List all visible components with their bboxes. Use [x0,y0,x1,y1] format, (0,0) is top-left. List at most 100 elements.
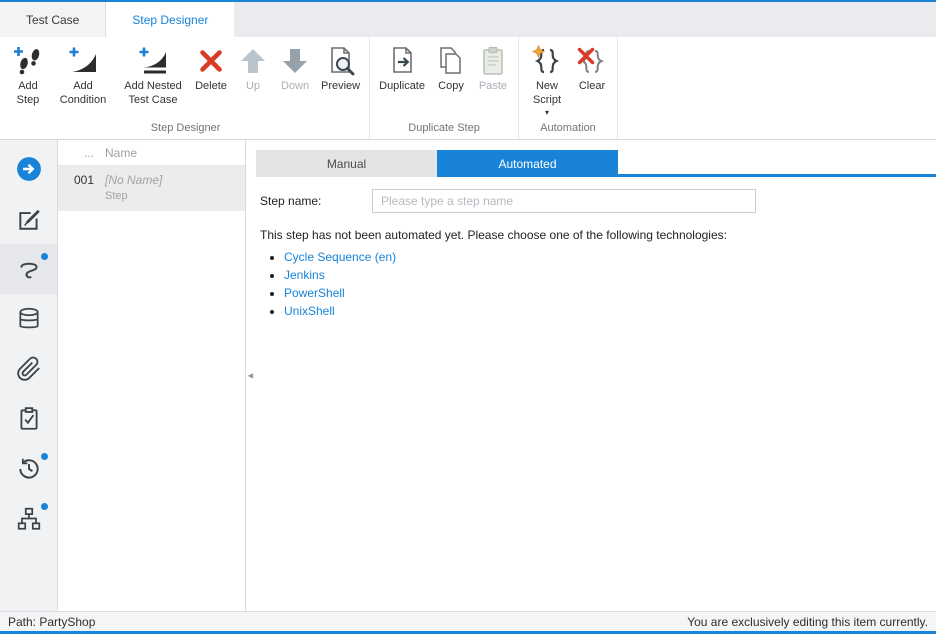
step-type-text: Step [105,190,245,202]
main-area: ... Name 001 [No Name] Step ◄ Manual Aut… [0,140,936,611]
technology-link-jenkins[interactable]: Jenkins [284,268,325,282]
preview-icon [325,45,357,77]
status-bar: Path: PartyShop You are exclusively edit… [0,611,936,631]
sidebar-item-edit[interactable] [0,194,57,244]
step-name-form-row: Step name: [260,189,936,213]
up-arrow-icon [237,45,269,77]
ribbon-tabstrip: Test Case Step Designer [0,2,936,37]
preview-button[interactable]: Preview [316,44,365,95]
technology-list-item: Jenkins [284,268,936,282]
ribbon-button-label: Copy [438,80,464,94]
collapse-panel-icon[interactable]: ◄ [246,371,255,380]
add-condition-button[interactable]: Add Condition [50,44,116,109]
delete-icon [195,45,227,77]
ribbon-button-label: Paste [479,80,507,94]
lasso-icon [16,256,42,282]
technology-link-powershell[interactable]: PowerShell [284,286,345,300]
ribbon-group-step-designer: Add Step Add Condition [2,37,370,139]
notification-badge [41,503,48,510]
history-icon [16,456,42,482]
paste-icon [477,45,509,77]
automation-message: This step has not been automated yet. Pl… [260,228,936,242]
hierarchy-icon [16,506,42,532]
tab-manual[interactable]: Manual [256,150,437,177]
paste-button: Paste [472,44,514,95]
ribbon-group-duplicate-step: Duplicate Copy [370,37,519,139]
delete-button[interactable]: Delete [190,44,232,95]
chevron-down-icon[interactable]: ▾ [545,109,549,117]
ribbon-button-label: Clear [579,80,605,94]
arrow-circle-icon [16,156,42,182]
technology-list-item: Cycle Sequence (en) [284,250,936,264]
clear-script-icon [576,45,608,77]
copy-icon [435,45,467,77]
clipboard-check-icon [16,406,42,432]
ribbon-button-label: New Script [528,80,566,108]
column-menu-button[interactable]: ... [58,146,98,160]
sidebar-item-history[interactable] [0,444,57,494]
copy-button[interactable]: Copy [430,44,472,95]
up-button: Up [232,44,274,95]
detail-tabs: Manual Automated [256,150,936,177]
technology-list-item: PowerShell [284,286,936,300]
sidebar-item-steps[interactable] [0,244,57,294]
technology-list-item: UnixShell [284,304,936,318]
add-nested-test-case-icon [137,45,169,77]
app-window: Test Case Step Designer [0,0,936,634]
add-nested-test-case-button[interactable]: Add Nested Test Case [116,44,190,109]
status-editing-message: You are exclusively editing this item cu… [687,615,928,629]
ribbon-button-label: Add Nested Test Case [121,80,185,108]
add-step-button[interactable]: Add Step [6,44,50,109]
step-number: 001 [58,173,98,202]
ribbon-group-automation: New Script ▾ Clear Automation [519,37,618,139]
tab-underline [618,150,936,177]
sidebar-item-overview[interactable] [0,144,57,194]
down-button: Down [274,44,316,95]
technology-link-unixshell[interactable]: UnixShell [284,304,335,318]
step-name-input[interactable] [372,189,756,213]
step-detail-panel: ◄ Manual Automated Step name: This step … [246,140,936,611]
add-condition-icon [67,45,99,77]
sidebar-item-hierarchy[interactable] [0,494,57,544]
ribbon-group-label: Duplicate Step [370,119,518,139]
ribbon-button-label: Add Step [11,80,45,108]
ribbon-button-label: Up [246,80,260,94]
sidebar-item-attachments[interactable] [0,344,57,394]
ribbon-group-label: Automation [519,119,617,139]
step-name-label: Step name: [260,194,372,208]
database-icon [16,306,42,332]
add-step-icon [12,45,44,77]
edit-icon [16,206,42,232]
ribbon-button-label: Add Condition [55,80,111,108]
ribbon-button-label: Down [281,80,309,94]
new-script-icon [531,45,563,77]
sidebar-item-checklist[interactable] [0,394,57,444]
new-script-button[interactable]: New Script ▾ [523,44,571,118]
down-arrow-icon [279,45,311,77]
clear-script-button[interactable]: Clear [571,44,613,95]
tab-test-case[interactable]: Test Case [0,2,106,37]
steps-list-header: ... Name [58,140,245,166]
column-header-name: Name [98,146,245,160]
ribbon-button-label: Delete [195,80,227,94]
paperclip-icon [16,356,42,382]
technology-link-cycle-sequence[interactable]: Cycle Sequence (en) [284,250,396,264]
sidebar [0,140,58,611]
notification-badge [41,253,48,260]
notification-badge [41,453,48,460]
technology-list: Cycle Sequence (en) Jenkins PowerShell U… [284,250,936,318]
status-path: Path: PartyShop [8,615,95,629]
ribbon: Add Step Add Condition [0,37,936,140]
ribbon-button-label: Duplicate [379,80,425,94]
ribbon-button-label: Preview [321,80,360,94]
step-name-text: [No Name] [105,173,245,187]
tab-automated[interactable]: Automated [437,150,618,177]
step-name-cell: [No Name] Step [98,173,245,202]
ribbon-group-label: Step Designer [2,119,369,139]
duplicate-icon [386,45,418,77]
sidebar-item-data[interactable] [0,294,57,344]
duplicate-button[interactable]: Duplicate [374,44,430,95]
step-row[interactable]: 001 [No Name] Step [58,166,245,211]
steps-panel: ... Name 001 [No Name] Step [58,140,246,611]
tab-step-designer[interactable]: Step Designer [106,2,234,37]
